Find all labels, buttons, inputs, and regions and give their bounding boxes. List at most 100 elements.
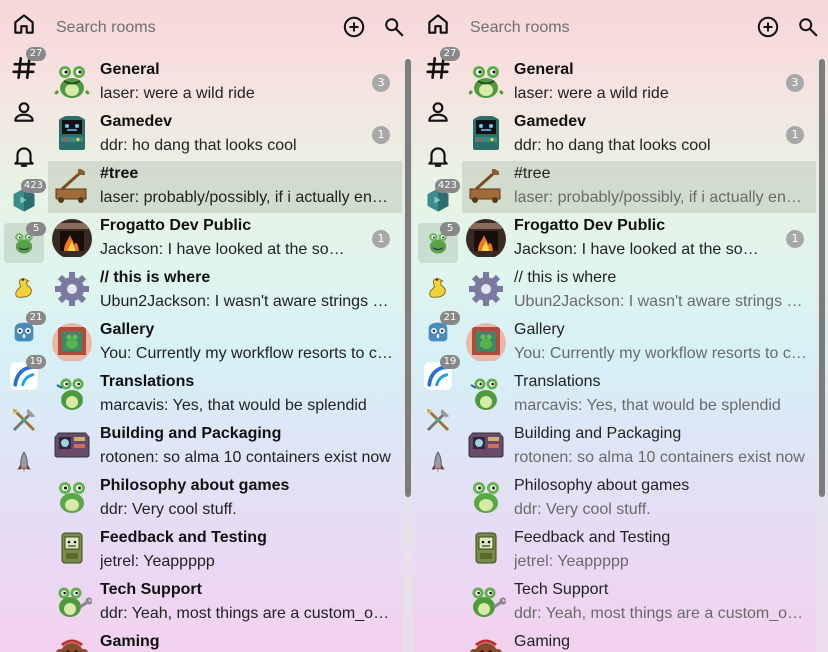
robot-avatar [52, 531, 92, 571]
room-item[interactable]: Building and Packaging rotonen: so alma 1… [48, 421, 402, 473]
unread-count-badge: 1 [786, 126, 804, 144]
scroll-thumb[interactable] [405, 59, 411, 497]
room-item[interactable]: Tech Support ddr: Yeah, most things are a… [462, 577, 816, 629]
room-avatar [466, 531, 506, 571]
sidebar-item-arc-space[interactable]: 19 [418, 355, 460, 396]
room-item[interactable]: #tree laser: probably/possibly, if i actu… [462, 161, 816, 213]
sidebar-item-tools-space[interactable] [418, 400, 458, 440]
room-avatar [52, 219, 92, 259]
room-list: General laser: were a wild ride 3 Gamedev dd… [48, 57, 402, 652]
room-item[interactable]: Gamedev ddr: ho dang that looks cool 1 [462, 109, 816, 161]
room-avatar [466, 583, 506, 623]
add-room-button[interactable] [756, 16, 780, 41]
room-name: Translations [514, 373, 601, 390]
room-avatar [466, 271, 506, 311]
spaces-sidebar: 27 423 5 21 19 [414, 0, 462, 652]
room-last-message: ddr: Very cool stuff. [514, 501, 651, 518]
room-last-message: ddr: Very cool stuff. [100, 501, 237, 518]
sidebar-item-duck-space[interactable] [4, 268, 44, 308]
room-name: Building and Packaging [100, 425, 282, 442]
room-list-scrollbar[interactable] [816, 57, 828, 652]
room-last-message: laser: probably/possibly, if i actually … [100, 189, 394, 206]
room-item[interactable]: Feedback and Testing jetrel: Yeappppp [462, 525, 816, 577]
search-button[interactable] [796, 17, 820, 41]
room-item[interactable]: // this is where Ubun2Jackson: I wasn't a… [48, 265, 402, 317]
sidebar-item-godot-space[interactable]: 21 [418, 311, 460, 352]
gear-avatar [52, 271, 92, 311]
search-rooms-input[interactable] [56, 10, 326, 46]
room-last-message: ddr: ho dang that looks cool [100, 137, 297, 154]
sidebar-item-bell[interactable] [4, 136, 44, 176]
sidebar-item-tools-space[interactable] [4, 400, 44, 440]
sidebar-item-space-hexagon[interactable]: 423 [4, 179, 46, 220]
sidebar-item-home[interactable] [418, 4, 458, 44]
room-list: General laser: were a wild ride 3 Gamedev dd… [462, 57, 816, 652]
sidebar-item-frog-space[interactable]: 5 [418, 222, 460, 263]
room-item[interactable]: Gaming [462, 629, 816, 652]
bell-icon [11, 143, 37, 169]
room-item[interactable]: Philosophy about games ddr: Very cool stu… [462, 473, 816, 525]
scroll-thumb[interactable] [819, 59, 825, 497]
room-last-message: marcavis: Yes, that would be splendid [100, 397, 367, 414]
room-item[interactable]: Philosophy about games ddr: Very cool stu… [48, 473, 402, 525]
sidebar-item-arc-space[interactable]: 19 [4, 355, 46, 396]
room-item[interactable]: Translations marcavis: Yes, that would be… [462, 369, 816, 421]
sidebar-item-hash[interactable]: 27 [4, 47, 46, 88]
search-button[interactable] [382, 17, 406, 41]
room-item[interactable]: #tree laser: probably/possibly, if i actu… [48, 161, 402, 213]
sidebar-item-space-hexagon[interactable]: 423 [418, 179, 460, 220]
room-name: Feedback and Testing [514, 529, 671, 546]
room-item[interactable]: Gallery You: Currently my workflow resort… [48, 317, 402, 369]
room-name: Gaming [100, 633, 160, 650]
room-avatar [52, 479, 92, 519]
machine-avatar [52, 427, 92, 467]
search-rooms-input[interactable] [470, 10, 740, 46]
room-name: Tech Support [514, 581, 609, 598]
sidebar-item-home[interactable] [4, 4, 44, 44]
sidebar-unread-badge: 423 [20, 179, 46, 193]
room-list-scrollbar[interactable] [402, 57, 414, 652]
sidebar-item-duck-space[interactable] [418, 268, 458, 308]
room-item[interactable]: Frogatto Dev Public Jackson: I have looke… [462, 213, 816, 265]
room-item[interactable]: Translations marcavis: Yes, that would be… [48, 369, 402, 421]
room-avatar [52, 583, 92, 623]
room-name: // this is where [514, 269, 617, 286]
sidebar-unread-badge: 27 [26, 47, 46, 61]
sidebar-item-person[interactable] [418, 92, 458, 132]
room-item[interactable]: Gallery You: Currently my workflow resort… [462, 317, 816, 369]
room-item[interactable]: Frogatto Dev Public Jackson: I have looke… [48, 213, 402, 265]
search-icon [383, 16, 405, 43]
add-room-button[interactable] [342, 16, 366, 41]
room-name: Tech Support [100, 581, 202, 598]
room-item[interactable]: General laser: were a wild ride 3 [462, 57, 816, 109]
room-last-message: jetrel: Yeappppp [514, 553, 629, 570]
room-avatar [52, 375, 92, 415]
sidebar-item-godot-space[interactable]: 21 [4, 311, 46, 352]
room-avatar [52, 167, 92, 207]
room-name: Gamedev [100, 113, 173, 130]
unread-count-badge: 3 [372, 74, 390, 92]
sidebar-item-hash[interactable]: 27 [418, 47, 460, 88]
room-item[interactable]: // this is where Ubun2Jackson: I wasn't a… [462, 265, 816, 317]
room-item[interactable]: Tech Support ddr: Yeah, most things are a… [48, 577, 402, 629]
duck-space-icon [10, 274, 38, 302]
unread-count-badge: 1 [372, 126, 390, 144]
sidebar-item-person[interactable] [4, 92, 44, 132]
room-name: General [100, 61, 160, 78]
tools-space-icon [423, 405, 453, 435]
room-item[interactable]: Gamedev ddr: ho dang that looks cool 1 [48, 109, 402, 161]
room-list-pane-right: 27 423 5 21 19 General laser: were a wild ride… [414, 0, 828, 652]
room-item[interactable]: General laser: were a wild ride 3 [48, 57, 402, 109]
sidebar-item-rocket-space[interactable] [4, 443, 44, 483]
sidebar-item-frog-space[interactable]: 5 [4, 222, 46, 263]
room-item[interactable]: Feedback and Testing jetrel: Yeappppp [48, 525, 402, 577]
sidebar-item-bell[interactable] [418, 136, 458, 176]
sidebar-unread-badge: 27 [440, 47, 460, 61]
frog-avatar [466, 63, 506, 103]
room-avatar [466, 115, 506, 155]
duck-space-icon [424, 274, 452, 302]
room-item[interactable]: Gaming [48, 629, 402, 652]
sidebar-item-rocket-space[interactable] [418, 443, 458, 483]
room-item[interactable]: Building and Packaging rotonen: so alma 1… [462, 421, 816, 473]
fireplace-avatar [52, 219, 92, 259]
